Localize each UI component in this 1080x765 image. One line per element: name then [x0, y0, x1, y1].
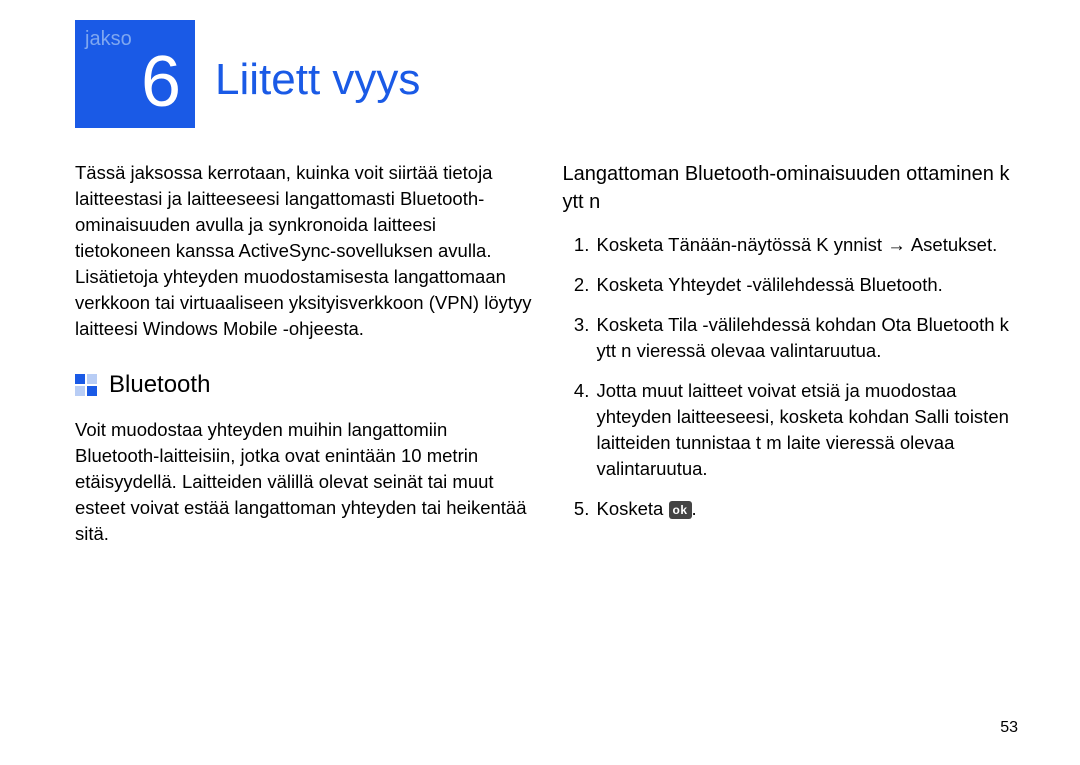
step-3-text-e: vieressä olevaa valintaruutua. — [631, 340, 881, 361]
ui-term-bluetooth: Bluetooth — [859, 274, 937, 295]
step-1-text-a: Kosketa Tänään-näytössä — [597, 234, 817, 255]
content-columns: Tässä jaksossa kerrotaan, kuinka voit si… — [75, 160, 1020, 705]
chapter-box: jakso 6 — [75, 20, 195, 128]
document-page: jakso 6 Liitett vyys Tässä jaksossa kerr… — [0, 0, 1080, 765]
intro-paragraph: Tässä jaksossa kerrotaan, kuinka voit si… — [75, 160, 533, 342]
bluetooth-heading-row: Bluetooth — [75, 372, 533, 398]
step-2-text-a: Kosketa — [597, 274, 669, 295]
step-4: Jotta muut laitteet voivat etsiä ja muod… — [595, 378, 1021, 482]
step-3-text-a: Kosketa — [597, 314, 669, 335]
step-5: Kosketa ok. — [595, 496, 1021, 522]
ui-term-settings: Asetukset — [911, 234, 992, 255]
ok-icon: ok — [669, 501, 692, 519]
right-column: Langattoman Bluetooth-ominaisuuden ottam… — [563, 160, 1021, 705]
enable-bluetooth-subheading: Langattoman Bluetooth-ominaisuuden ottam… — [563, 160, 1021, 216]
step-5-text-a: Kosketa — [597, 498, 669, 519]
ui-term-start: K ynnist — [816, 234, 882, 255]
step-1: Kosketa Tänään-näytössä K ynnist → Asetu… — [595, 232, 1021, 258]
section-icon — [75, 374, 97, 396]
step-1-text-e: . — [992, 234, 997, 255]
ui-term-connections: Yhteydet — [668, 274, 741, 295]
step-3: Kosketa Tila -välilehdessä kohdan Ota Bl… — [595, 312, 1021, 364]
step-2-text-c: -välilehdessä — [741, 274, 859, 295]
steps-list: Kosketa Tänään-näytössä K ynnist → Asetu… — [563, 232, 1021, 522]
chapter-number: 6 — [85, 46, 185, 118]
left-column: Tässä jaksossa kerrotaan, kuinka voit si… — [75, 160, 533, 705]
page-number: 53 — [1000, 719, 1018, 737]
step-2: Kosketa Yhteydet -välilehdessä Bluetooth… — [595, 272, 1021, 298]
step-3-text-c: -välilehdessä kohdan — [697, 314, 881, 335]
arrow-icon: → — [882, 234, 911, 255]
bluetooth-heading: Bluetooth — [109, 372, 210, 398]
chapter-title: Liitett vyys — [215, 55, 420, 105]
step-2-text-e: . — [938, 274, 943, 295]
step-5-text-b: . — [692, 498, 697, 519]
bluetooth-body: Voit muodostaa yhteyden muihin langattom… — [75, 417, 533, 547]
ui-term-status: Tila — [668, 314, 697, 335]
step-4-text-a: Jotta muut laitteet voivat etsiä ja muod… — [597, 380, 957, 427]
